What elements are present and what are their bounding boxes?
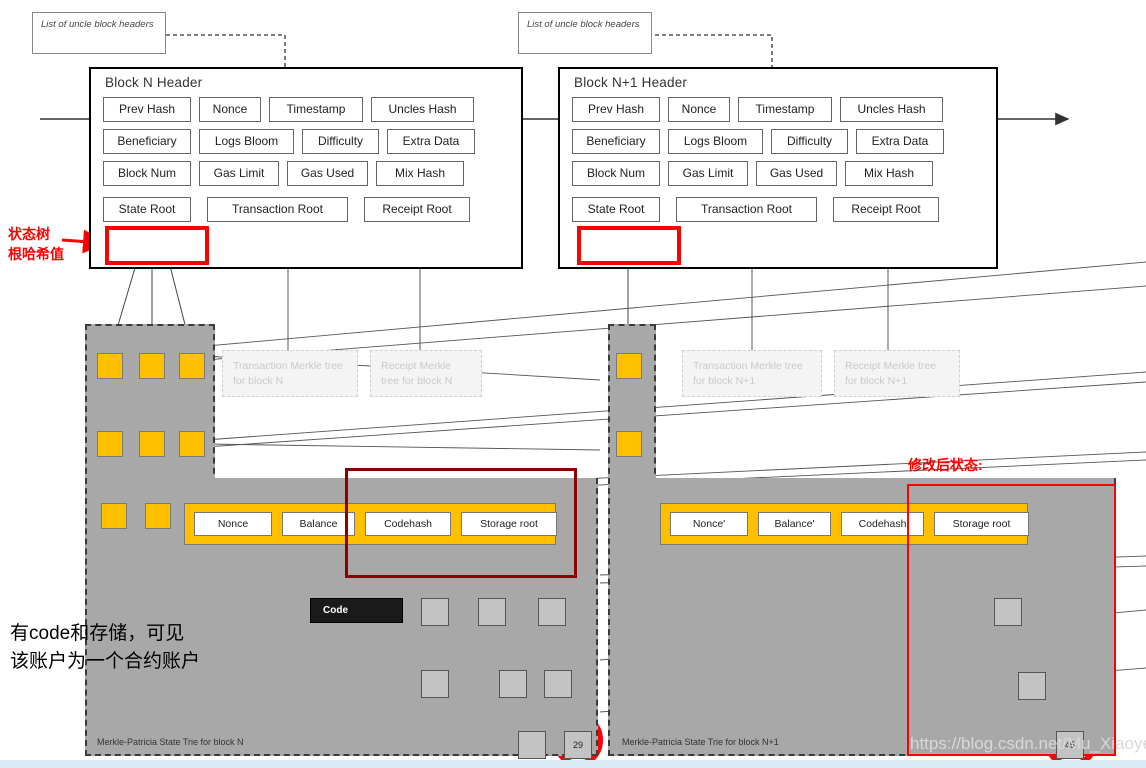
field-prev-hash[interactable]: Prev Hash <box>572 97 660 122</box>
annotation-modified-state-cn: 修改后状态: <box>908 457 983 473</box>
trie-node[interactable] <box>616 431 642 457</box>
field-beneficiary[interactable]: Beneficiary <box>572 129 660 154</box>
storage-node[interactable] <box>421 598 449 626</box>
annotation-contract-line2: 该账户为一个合约账户 <box>10 650 201 672</box>
field-receipt-root[interactable]: Receipt Root <box>833 197 939 222</box>
trie-region-n1-seam <box>610 476 654 482</box>
storage-node[interactable] <box>518 731 546 759</box>
block-n-title: Block N Header <box>105 75 203 90</box>
field-nonce[interactable]: Nonce <box>668 97 730 122</box>
state-root-highlight-right <box>577 226 681 265</box>
trie-node[interactable] <box>179 431 205 457</box>
bottom-strip <box>0 760 1146 768</box>
ghost-transaction-merkle-n: Transaction Merkle tree for block N <box>222 350 358 397</box>
uncle-note-left: List of uncle block headers <box>32 12 166 54</box>
ghost-receipt-merkle-n: Receipt Merkle tree for block N <box>370 350 482 397</box>
trie-node[interactable] <box>139 431 165 457</box>
account-field-nonce[interactable]: Nonce <box>194 512 272 536</box>
state-trie-region-n-upper <box>85 324 215 484</box>
annotation-state-root-line1: 状态树 <box>8 226 50 242</box>
field-beneficiary[interactable]: Beneficiary <box>103 129 191 154</box>
field-state-root[interactable]: State Root <box>572 197 660 222</box>
diagram-canvas: List of uncle block headers List of uncl… <box>0 0 1146 768</box>
field-block-num[interactable]: Block Num <box>572 161 660 186</box>
uncle-note-right: List of uncle block headers <box>518 12 652 54</box>
trie-node[interactable] <box>616 353 642 379</box>
trie-node[interactable] <box>139 353 165 379</box>
ghost-transaction-merkle-n1: Transaction Merkle tree for block N+1 <box>682 350 822 397</box>
storage-node[interactable] <box>538 598 566 626</box>
field-block-num[interactable]: Block Num <box>103 161 191 186</box>
storage-node[interactable] <box>1018 672 1046 700</box>
codehash-storage-highlight <box>345 468 577 578</box>
field-difficulty[interactable]: Difficulty <box>771 129 848 154</box>
state-root-highlight-left <box>105 226 209 265</box>
field-uncles-hash[interactable]: Uncles Hash <box>371 97 474 122</box>
field-mix-hash[interactable]: Mix Hash <box>845 161 933 186</box>
annotation-contract-account-cn: 有code和存储，可见 该账户为一个合约账户 <box>10 620 200 675</box>
field-nonce[interactable]: Nonce <box>199 97 261 122</box>
field-logs-bloom[interactable]: Logs Bloom <box>199 129 294 154</box>
block-n-row-1: Prev Hash Nonce Timestamp Uncles Hash <box>91 97 521 122</box>
field-mix-hash[interactable]: Mix Hash <box>376 161 464 186</box>
field-state-root[interactable]: State Root <box>103 197 191 222</box>
field-extra-data[interactable]: Extra Data <box>856 129 944 154</box>
annotation-state-root-line2: 根哈希值 <box>8 246 64 263</box>
storage-leaf-29[interactable]: 29 <box>564 731 592 759</box>
trie-node[interactable] <box>97 353 123 379</box>
account-field-balance-prime[interactable]: Balance' <box>758 512 831 536</box>
watermark-text: https://blog.csdn.net/Mu_Xiaoye <box>910 734 1146 753</box>
block-n1-row-3: Block Num Gas Limit Gas Used Mix Hash <box>560 161 996 186</box>
annotation-contract-line1: 有code和存储，可见 <box>10 623 185 644</box>
field-timestamp[interactable]: Timestamp <box>269 97 363 122</box>
annotation-state-root-cn: 状态树 根哈希值 <box>8 224 64 265</box>
block-n1-row-2: Beneficiary Logs Bloom Difficulty Extra … <box>560 129 996 154</box>
field-gas-limit[interactable]: Gas Limit <box>668 161 748 186</box>
block-n-row-2: Beneficiary Logs Bloom Difficulty Extra … <box>91 129 521 154</box>
storage-node[interactable] <box>499 670 527 698</box>
account-field-nonce-prime[interactable]: Nonce' <box>670 512 748 536</box>
trie-label-n: Merkle-Patricia State Trie for block N <box>97 737 244 747</box>
field-difficulty[interactable]: Difficulty <box>302 129 379 154</box>
block-n-row-3: Block Num Gas Limit Gas Used Mix Hash <box>91 161 521 186</box>
storage-node[interactable] <box>421 670 449 698</box>
code-box[interactable]: Code <box>310 598 403 623</box>
field-uncles-hash[interactable]: Uncles Hash <box>840 97 943 122</box>
state-trie-region-n1-upper <box>608 324 656 484</box>
storage-node[interactable] <box>994 598 1022 626</box>
field-receipt-root[interactable]: Receipt Root <box>364 197 470 222</box>
field-gas-limit[interactable]: Gas Limit <box>199 161 279 186</box>
trie-node[interactable] <box>97 431 123 457</box>
storage-node[interactable] <box>478 598 506 626</box>
field-gas-used[interactable]: Gas Used <box>756 161 837 186</box>
trie-region-n-seam <box>87 476 213 482</box>
block-n1-row-1: Prev Hash Nonce Timestamp Uncles Hash <box>560 97 996 122</box>
ghost-receipt-merkle-n1: Receipt Merkle tree for block N+1 <box>834 350 960 397</box>
storage-node[interactable] <box>544 670 572 698</box>
block-n-row-4: State Root Transaction Root Receipt Root <box>91 197 521 222</box>
block-n1-row-4: State Root Transaction Root Receipt Root <box>560 197 996 222</box>
trie-label-n1: Merkle-Patricia State Trie for block N+1 <box>622 737 779 747</box>
field-transaction-root[interactable]: Transaction Root <box>676 197 817 222</box>
field-prev-hash[interactable]: Prev Hash <box>103 97 191 122</box>
trie-node[interactable] <box>145 503 171 529</box>
field-extra-data[interactable]: Extra Data <box>387 129 475 154</box>
field-gas-used[interactable]: Gas Used <box>287 161 368 186</box>
field-timestamp[interactable]: Timestamp <box>738 97 832 122</box>
field-transaction-root[interactable]: Transaction Root <box>207 197 348 222</box>
trie-node[interactable] <box>179 353 205 379</box>
block-n1-title: Block N+1 Header <box>574 75 688 90</box>
field-logs-bloom[interactable]: Logs Bloom <box>668 129 763 154</box>
trie-node[interactable] <box>101 503 127 529</box>
